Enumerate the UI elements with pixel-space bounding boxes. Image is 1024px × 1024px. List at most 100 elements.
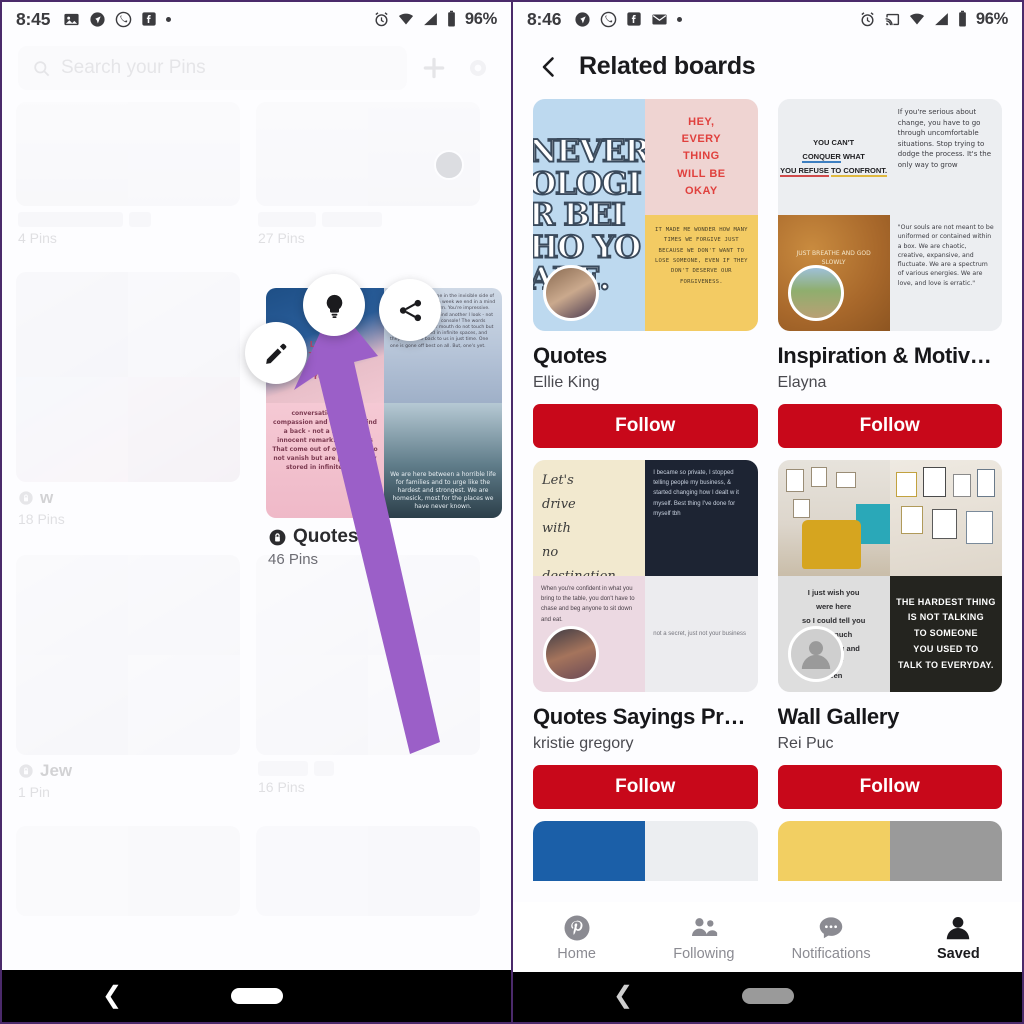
- board-name-text: Jew: [40, 761, 73, 780]
- board-meta: w 18 Pins: [16, 482, 240, 527]
- search-icon: [32, 59, 51, 78]
- board-ideas-button[interactable]: [303, 274, 365, 336]
- home-pill[interactable]: [741, 988, 794, 1004]
- share-board-button[interactable]: [379, 279, 441, 341]
- board-card[interactable]: 16 Pins: [256, 555, 480, 800]
- follow-button[interactable]: Follow: [777, 404, 1002, 448]
- back-chevron-icon[interactable]: [537, 54, 561, 80]
- thumb-tile: [777, 821, 890, 881]
- thumb-tile: We are here between a horrible life for …: [384, 403, 502, 518]
- navigation-icon: [574, 11, 591, 28]
- board-owner: kristie gregory: [533, 735, 634, 752]
- back-chevron-icon[interactable]: ❮: [102, 984, 122, 1008]
- home-pill[interactable]: [230, 988, 283, 1004]
- thumb-tile: conversations harm compassion and gossip…: [266, 403, 384, 518]
- board-name: Quotes: [268, 526, 500, 548]
- name-skeleton: [258, 212, 316, 227]
- android-nav-bar-left: ❮: [2, 970, 511, 1022]
- thumb-tile: [16, 555, 128, 655]
- board-card[interactable]: [16, 826, 240, 916]
- follow-button[interactable]: Follow: [777, 765, 1002, 809]
- board-card[interactable]: w 18 Pins: [16, 272, 240, 527]
- board-thumbnails: YOU CAN'T CONQUER WHAT YOU REFUSE TO CONFR…: [777, 99, 1002, 331]
- tile-text: I became so private, I stopped telling p…: [653, 470, 739, 517]
- follow-button[interactable]: Follow: [533, 765, 758, 809]
- thumb-tile: [16, 272, 128, 377]
- gear-icon[interactable]: [461, 51, 495, 85]
- pencil-icon: [263, 340, 290, 367]
- board-owner: Elayna: [777, 374, 827, 391]
- android-nav-bar-right: ❮: [513, 970, 1022, 1022]
- right-phone-panel: 8:46 96% Related boards NEVER OLOGI R BE…: [512, 0, 1024, 1024]
- related-board-card[interactable]: YOU CAN'T CONQUER WHAT YOU REFUSE TO CONFR…: [777, 99, 1002, 448]
- edit-board-button[interactable]: [245, 322, 307, 384]
- name-skeleton: [129, 212, 151, 227]
- cast-icon: [883, 11, 901, 28]
- avatar: [787, 265, 844, 321]
- nav-label: Following: [673, 945, 735, 962]
- board-thumbnails: [16, 102, 240, 206]
- tile-text: When you're confident in what you bring …: [541, 586, 635, 623]
- board-thumbnails: Let'sdrivewithno destination. I became s…: [533, 460, 758, 692]
- board-owner: Ellie King: [533, 374, 600, 391]
- board-name-text: Quotes: [293, 526, 359, 547]
- thumb-tile: I became so private, I stopped telling p…: [645, 460, 758, 576]
- people-icon: [688, 913, 720, 943]
- related-board-card[interactable]: Let'sdrivewithno destination. I became s…: [533, 460, 758, 809]
- left-status-bar: 8:45 96%: [2, 2, 511, 36]
- nav-item-following[interactable]: Following: [640, 913, 767, 962]
- lock-icon: [18, 490, 34, 506]
- tile-text: If you're serious about change, you have…: [897, 108, 992, 169]
- thumb-tile: [533, 821, 646, 881]
- avatar: [543, 626, 599, 682]
- nav-item-home[interactable]: Home: [513, 913, 640, 962]
- board-card[interactable]: Jew 1 Pin: [16, 555, 240, 800]
- board-thumbnails: [256, 555, 480, 755]
- board-pin-count: 18 Pins: [18, 511, 65, 527]
- facebook-icon: [626, 11, 642, 27]
- avatar: [787, 626, 844, 682]
- board-card[interactable]: [256, 826, 480, 916]
- dot-icon: [166, 16, 172, 22]
- alarm-icon: [373, 11, 390, 28]
- tile-text: YOU CAN'T CONQUER WHAT YOU REFUSE TO CONFR…: [780, 137, 888, 178]
- board-card[interactable]: 4 Pins: [16, 102, 240, 246]
- board-name: Wall Gallery: [777, 704, 900, 729]
- search-input[interactable]: Search your Pins: [18, 46, 407, 90]
- signal-icon: [933, 11, 950, 28]
- board-thumbnails: NEVEROLOGIR BEIHO YOARE. HEY,EVERYTHINGW…: [533, 99, 758, 331]
- status-clock: 8:45: [16, 8, 51, 29]
- tile-text: Let'sdrivewithno destination.: [542, 473, 620, 576]
- related-board-card[interactable]: I just wish you were here so I could tell …: [777, 460, 1002, 809]
- thumb-tile: [256, 555, 368, 655]
- lock-icon: [268, 528, 287, 547]
- lock-icon: [18, 763, 34, 779]
- thumb-tile: [777, 460, 890, 576]
- board-thumbnails: [256, 826, 480, 916]
- related-board-card[interactable]: NEVEROLOGIR BEIHO YOARE. HEY,EVERYTHINGW…: [533, 99, 758, 448]
- left-phone-panel: 8:45 96% Search your Pins 4 Pins 27 Pins…: [0, 0, 512, 1024]
- board-card[interactable]: 27 Pins: [256, 102, 480, 246]
- thumb-tile: [128, 655, 240, 755]
- board-meta: 16 Pins: [256, 755, 480, 795]
- tile-text: not a secret, just not your business: [653, 631, 746, 637]
- nav-item-notifications[interactable]: Notifications: [768, 913, 895, 962]
- wifi-icon: [908, 11, 926, 28]
- thumb-tile: [256, 102, 368, 206]
- plus-icon[interactable]: [417, 51, 451, 85]
- thumb-tile: [128, 272, 240, 377]
- boards-row-3: Jew 1 Pin 16 Pins: [16, 555, 497, 806]
- name-skeleton: [258, 761, 308, 776]
- signal-icon: [422, 11, 439, 28]
- back-chevron-icon[interactable]: ❮: [613, 984, 633, 1008]
- follow-button[interactable]: Follow: [533, 404, 758, 448]
- thumb-tile: [128, 555, 240, 655]
- nav-item-saved[interactable]: Saved: [895, 913, 1022, 962]
- board-card-quotes[interactable]: LIFE ISTRICKYSTAYYOUR anything will ever…: [266, 288, 502, 568]
- status-notification-icons: [63, 11, 172, 28]
- thumb-tile: not a secret, just not your business: [645, 576, 758, 692]
- alarm-icon: [859, 11, 876, 28]
- battery-icon: [446, 10, 457, 28]
- thumb-tile: [16, 102, 128, 206]
- thumb-tile: [368, 555, 480, 655]
